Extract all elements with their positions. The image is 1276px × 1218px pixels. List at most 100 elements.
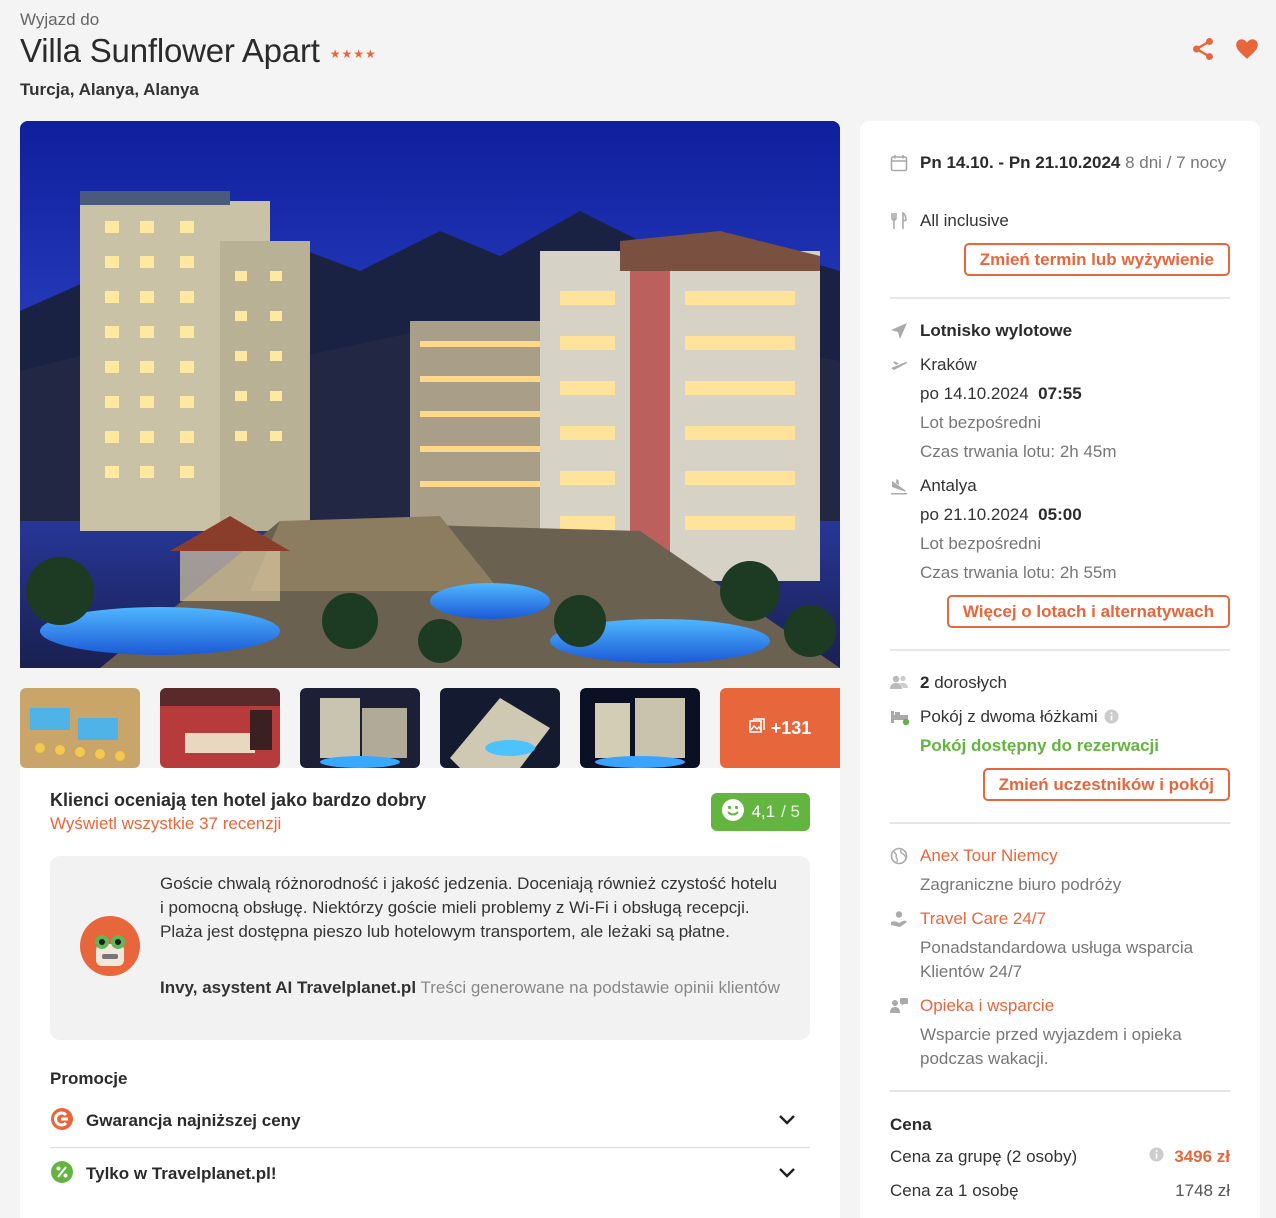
promo-label: Tylko w Travelplanet.pl! — [86, 1164, 277, 1183]
ai-summary-text: Goście chwalą różnorodność i jakość jedz… — [160, 874, 778, 941]
inbound-type: Lot bezpośredni — [920, 534, 1041, 553]
change-term-button[interactable]: Zmień termin lub wyżywienie — [963, 243, 1230, 276]
tour-operator-link[interactable]: Anex Tour Niemcy — [920, 844, 1058, 868]
group-price-row: Cena za grupę (2 osoby) 3496 zł — [890, 1145, 1230, 1169]
hotel-title: Villa Sunflower Apart — [20, 32, 320, 69]
price-heading: Cena — [890, 1115, 932, 1134]
promo-exclusive[interactable]: Tylko w Travelplanet.pl! — [50, 1148, 810, 1200]
thumbnail-photo[interactable] — [440, 688, 560, 768]
travel-duration: 8 dni / 7 nocy — [1120, 153, 1227, 172]
travel-care: Travel Care 24/7 — [890, 907, 1230, 931]
support-person-icon — [890, 907, 920, 928]
more-photos-count: +131 — [770, 717, 812, 738]
promo-lowest-price[interactable]: Gwarancja najniższej ceny — [50, 1095, 810, 1147]
travel-care-link[interactable]: Travel Care 24/7 — [920, 907, 1046, 931]
care-support-link[interactable]: Opieka i wsparcie — [920, 994, 1054, 1018]
title-row: Villa Sunflower Apart ★★★★ — [20, 32, 377, 70]
inbound-date: po 21.10.2024 — [920, 505, 1029, 524]
percent-icon — [50, 1160, 74, 1189]
inbound-duration: Czas trwania lotu: 2h 55m — [920, 563, 1117, 582]
people-icon — [890, 671, 920, 690]
rating-scale: / 5 — [781, 802, 800, 821]
tour-operator: Anex Tour Niemcy — [890, 844, 1230, 868]
hotel-main-photo[interactable] — [20, 121, 840, 668]
divider — [890, 649, 1230, 651]
inbound-city: Antalya — [920, 476, 977, 495]
chat-support-icon — [890, 994, 920, 1015]
smiley-icon — [721, 798, 745, 827]
more-flights-button[interactable]: Więcej o lotach i alternatywach — [946, 595, 1230, 628]
care-support-desc: Wsparcie przed wyjazdem i opieka podczas… — [920, 1025, 1182, 1068]
share-icon[interactable] — [1190, 36, 1216, 62]
room-availability: Pokój dostępny do rezerwacji — [920, 736, 1160, 755]
travel-care-desc: Ponadstandardowa usługa wsparcia Klientó… — [920, 938, 1194, 981]
inbound-time: 05:00 — [1038, 505, 1082, 524]
photo-thumbnails: +131 — [20, 688, 840, 768]
divider — [890, 1090, 1230, 1092]
board-type: All inclusive — [890, 209, 1230, 233]
outbound-date: po 14.10.2024 — [920, 384, 1029, 403]
thumbnail-photo[interactable] — [580, 688, 700, 768]
travel-dates-value: Pn 14.10. - Pn 21.10.2024 — [920, 153, 1121, 172]
room-type-value: Pokój z dwoma łóżkami — [920, 707, 1098, 726]
board-type-value: All inclusive — [920, 211, 1009, 230]
chevron-down-icon — [778, 1111, 796, 1131]
outbound-datetime: po 14.10.2024 07:55 — [920, 382, 1230, 406]
chevron-down-icon — [778, 1164, 796, 1184]
departure-airport-label: Lotnisko wylotowe — [920, 321, 1073, 340]
outbound-type: Lot bezpośredni — [920, 413, 1041, 432]
promo-label: Gwarancja najniższej ceny — [86, 1111, 301, 1130]
inbound-flight: Antalya — [890, 474, 1230, 498]
hotel-location: Turcja, Alanya, Alanya — [20, 80, 199, 99]
inbound-datetime: po 21.10.2024 05:00 — [920, 503, 1230, 527]
hotel-details-panel: Klienci oceniają ten hotel jako bardzo d… — [20, 768, 840, 1218]
hotel-stars: ★★★★ — [329, 47, 377, 61]
cutlery-icon — [890, 209, 920, 230]
person-price-label: Cena za 1 osobę — [890, 1181, 1019, 1200]
rating-summary-title: Klienci oceniają ten hotel jako bardzo d… — [50, 790, 427, 810]
rating-badge[interactable]: 4,1 / 5 — [711, 793, 810, 831]
group-price-label: Cena za grupę (2 osoby) — [890, 1147, 1078, 1166]
outbound-duration: Czas trwania lotu: 2h 45m — [920, 442, 1117, 461]
top-actions — [1190, 36, 1260, 62]
departure-airport-heading: Lotnisko wylotowe — [890, 319, 1230, 343]
divider — [890, 822, 1230, 824]
calendar-icon — [890, 151, 920, 172]
ai-note: Treści generowane na podstawie opinii kl… — [416, 978, 780, 997]
promotions-heading: Promocje — [50, 1069, 128, 1088]
adults-label: dorosłych — [929, 673, 1007, 692]
info-icon[interactable] — [1104, 705, 1119, 731]
heart-icon[interactable] — [1234, 36, 1260, 62]
outbound-flight: Kraków — [890, 353, 1230, 377]
participants: 2 dorosłych — [890, 671, 1230, 695]
change-participants-button[interactable]: Zmień uczestników i pokój — [982, 768, 1230, 801]
gallery-icon — [748, 717, 765, 739]
ai-review-summary: Goście chwalą różnorodność i jakość jedz… — [50, 856, 810, 1040]
thumbnail-photo[interactable] — [160, 688, 280, 768]
person-price-row: Cena za 1 osobę 1748 zł — [890, 1179, 1230, 1203]
thumbnail-photo[interactable] — [300, 688, 420, 768]
group-price-value: 3496 zł — [1174, 1147, 1230, 1166]
ai-author: Invy, asystent AI Travelplanet.pl — [160, 978, 417, 997]
price-guarantee-icon — [50, 1107, 74, 1136]
thumbnail-photo[interactable] — [20, 688, 140, 768]
person-price-value: 1748 zł — [1175, 1181, 1230, 1200]
more-photos-button[interactable]: +131 — [720, 688, 840, 768]
info-icon[interactable] — [1149, 1145, 1164, 1169]
globe-icon — [890, 844, 920, 865]
travel-dates: Pn 14.10. - Pn 21.10.2024 8 dni / 7 nocy — [890, 151, 1230, 175]
care-support: Opieka i wsparcie — [890, 994, 1230, 1018]
plane-landing-icon — [890, 474, 920, 495]
outbound-city: Kraków — [920, 355, 977, 374]
divider — [890, 297, 1230, 299]
bed-icon — [890, 705, 920, 726]
location-arrow-icon — [890, 319, 920, 340]
ai-summary-signature: Invy, asystent AI Travelplanet.pl Treści… — [160, 976, 780, 1000]
tour-operator-desc: Zagraniczne biuro podróży — [920, 875, 1122, 894]
room-type: Pokój z dwoma łóżkami — [890, 705, 1230, 731]
page-eyebrow: Wyjazd do — [20, 10, 100, 29]
booking-card: Pn 14.10. - Pn 21.10.2024 8 dni / 7 nocy… — [860, 121, 1260, 1218]
plane-takeoff-icon — [890, 353, 920, 374]
all-reviews-link[interactable]: Wyświetl wszystkie 37 recenzji — [50, 814, 281, 834]
outbound-time: 07:55 — [1038, 384, 1082, 403]
